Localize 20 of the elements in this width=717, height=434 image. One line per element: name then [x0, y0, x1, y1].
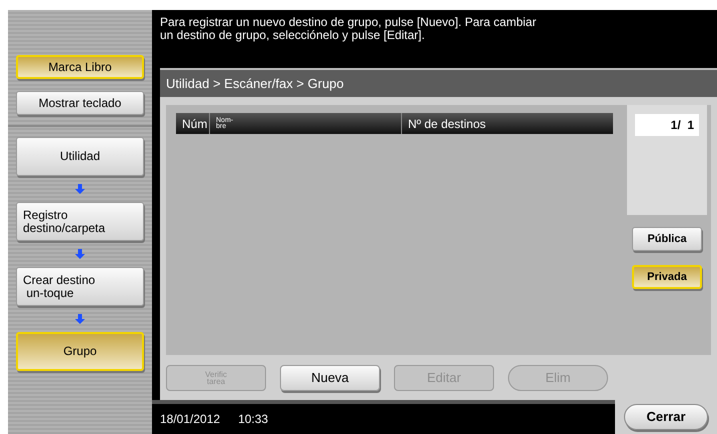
- sidebar-button[interactable]: Marca Libro: [16, 55, 144, 79]
- step-button[interactable]: Utilidad: [16, 137, 144, 176]
- status-time: 10:33: [238, 411, 268, 428]
- sidebar-button[interactable]: Mostrar teclado: [16, 91, 144, 115]
- filter-tab[interactable]: Pública: [632, 227, 702, 251]
- down-arrow-icon: [75, 184, 85, 194]
- status-date: 18/01/2012: [160, 411, 220, 428]
- step-button[interactable]: Registro destino/carpeta: [16, 202, 144, 241]
- down-arrow-icon: [75, 314, 85, 324]
- page-indicator: 1/ 1: [635, 114, 699, 136]
- step-button[interactable]: Crear destino un-toque: [16, 267, 144, 306]
- down-arrow-icon: [75, 249, 85, 259]
- filter-tab[interactable]: Privada: [632, 265, 702, 289]
- column-header: Nº de destinos: [407, 116, 487, 132]
- instruction-message: Para registrar un nuevo destino de grupo, pulse [Nuevo]. Para cambiar un destino de grupo, selecciónelo y pulse [Editar].: [159, 14, 538, 44]
- action-button[interactable]: Nueva: [280, 365, 380, 391]
- step-button[interactable]: Grupo: [16, 332, 144, 371]
- column-header: Núm: [176, 113, 210, 134]
- breadcrumb: Utilidad > Escáner/fax > Grupo: [160, 68, 717, 97]
- close-button[interactable]: Cerrar: [624, 404, 708, 430]
